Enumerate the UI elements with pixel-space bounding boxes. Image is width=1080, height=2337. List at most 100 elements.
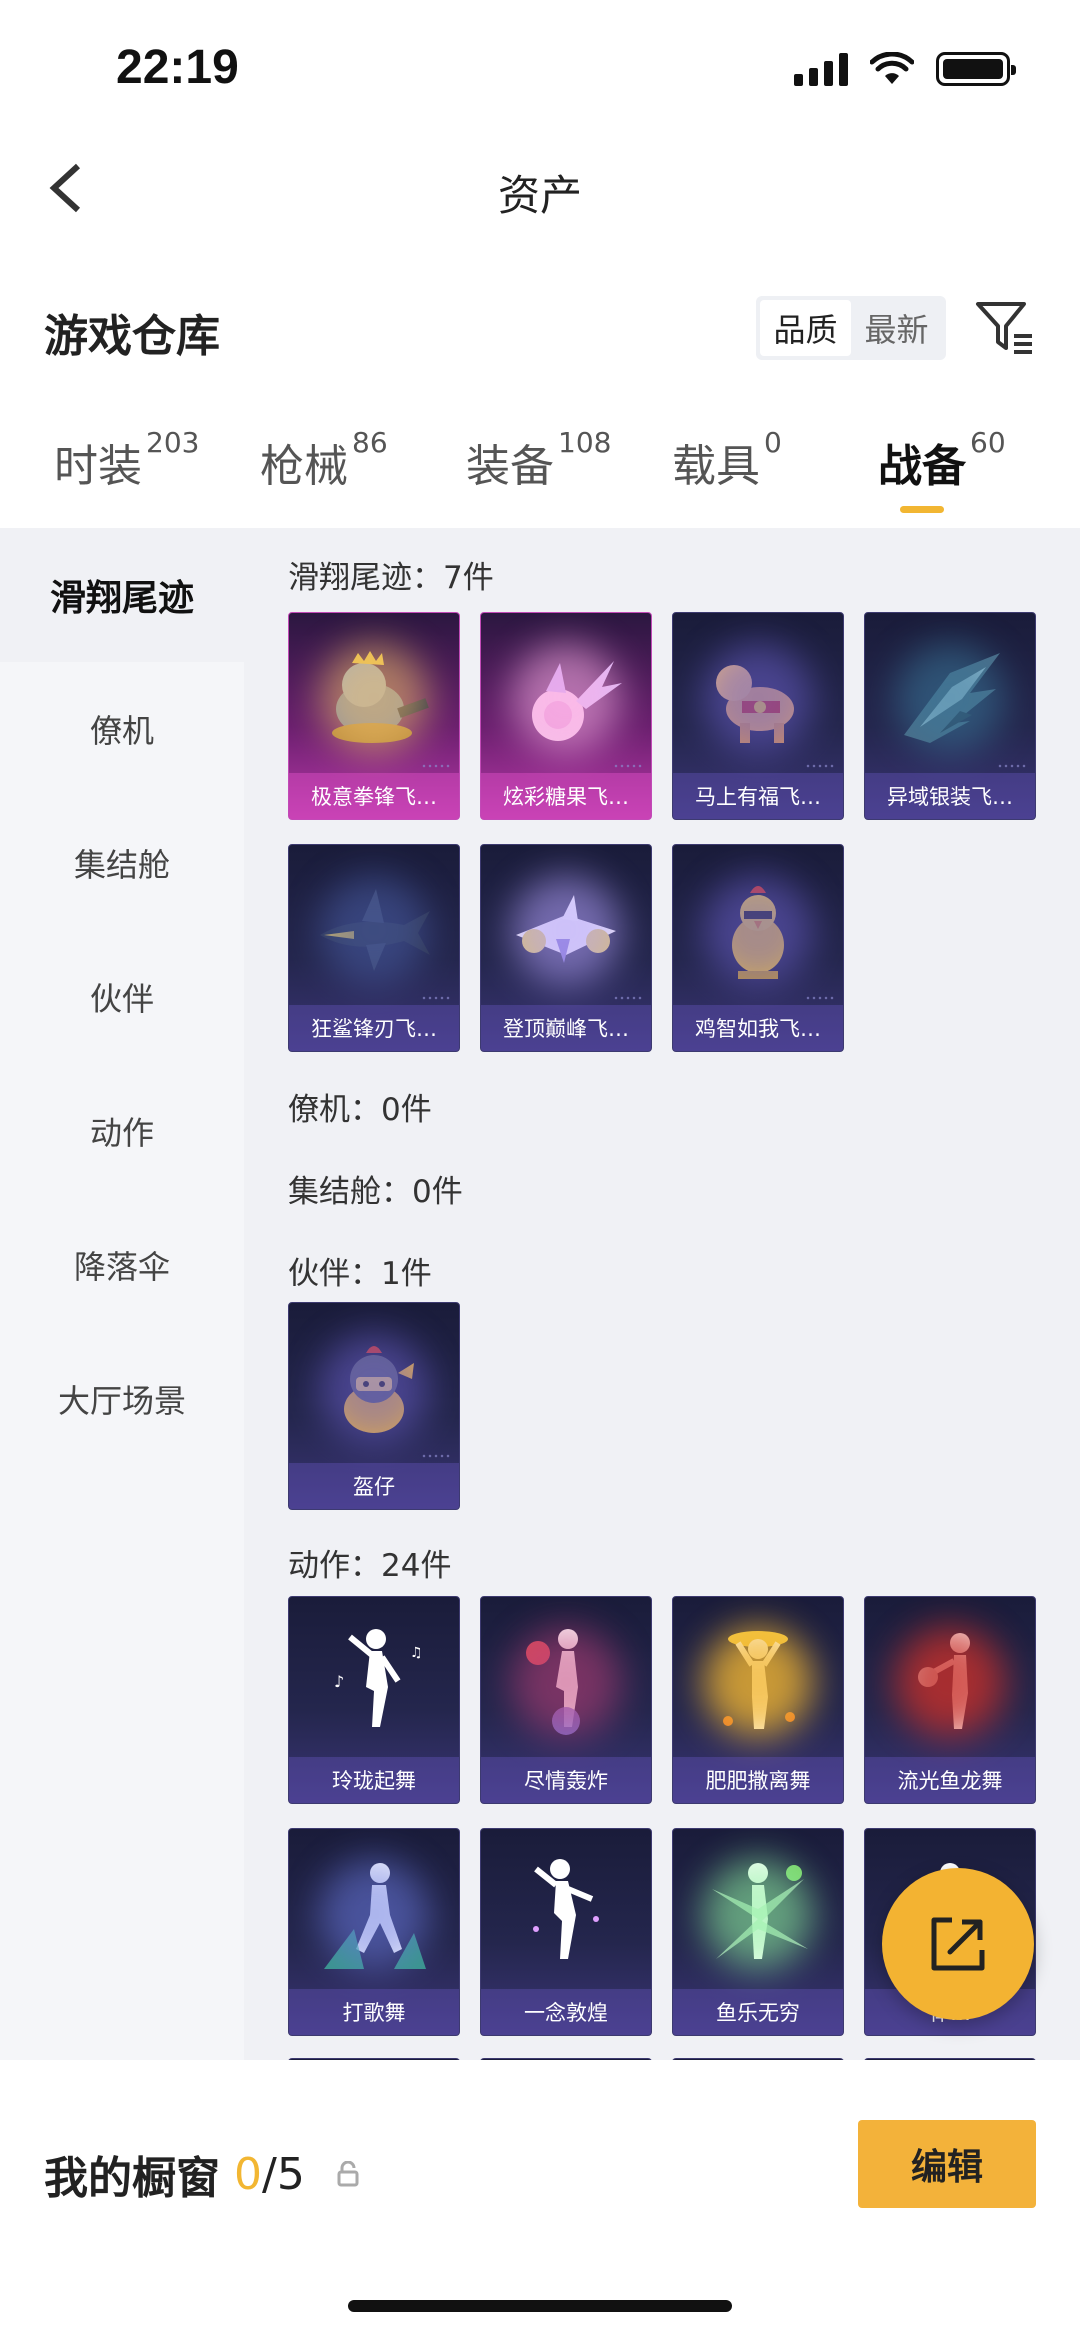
tab-count: 86 (352, 426, 388, 459)
item-card[interactable]: 鱼乐无穷 (672, 1828, 844, 2036)
warehouse-title: 游戏仓库 (44, 311, 220, 362)
item-name: 登顶巅峰飞… (481, 1005, 651, 1051)
item-artwork: ♪ ♫ (289, 1607, 459, 1757)
tab-label: 枪械 (260, 441, 348, 492)
item-card[interactable]: 尽情轰炸 (480, 1596, 652, 1804)
item-card[interactable]: 流光鱼龙舞 (864, 1596, 1036, 1804)
sort-option-latest[interactable]: 最新 (851, 300, 942, 356)
item-artwork (481, 623, 651, 773)
section-label-partner: 伙伴：1件 (288, 1256, 432, 1292)
item-name: 一念敦煌 (481, 1989, 651, 2035)
item-name: 尽情轰炸 (481, 1757, 651, 1803)
tab-label: 载具 (672, 441, 760, 492)
showcase-info: 我的橱窗 0 / 5 (44, 2142, 361, 2206)
item-name: 马上有福飞… (673, 773, 843, 819)
item-card[interactable] (480, 2058, 652, 2060)
tab-label: 战备 (878, 441, 966, 492)
sidebar-item-emote[interactable]: 动作 (0, 1064, 244, 1198)
category-tabs: 时装 203 枪械 86 装备 108 载具 0 战备 60 (0, 426, 1080, 520)
item-card[interactable] (288, 2058, 460, 2060)
lock-icon (337, 2161, 359, 2187)
item-artwork (865, 623, 1035, 773)
item-artwork (481, 1607, 651, 1757)
item-artwork (289, 855, 459, 1005)
tab-battle-gear[interactable]: 战备 60 (878, 426, 1006, 494)
item-list: 滑翔尾迹：7件 极意拳锋飞… 炫彩糖果飞… 马上有福飞… 异域银装飞… 狂鲨锋刃… (244, 528, 1080, 2060)
tab-equipment[interactable]: 装备 108 (466, 426, 611, 494)
item-artwork (673, 623, 843, 773)
sidebar-item-wingman[interactable]: 僚机 (0, 662, 244, 796)
tab-count: 203 (146, 426, 200, 459)
sort-toggle: 品质 最新 (756, 296, 946, 360)
status-bar: 22:19 (0, 0, 1080, 130)
sidebar-item-partner[interactable]: 伙伴 (0, 930, 244, 1064)
item-card[interactable]: 马上有福飞… (672, 612, 844, 820)
sidebar: 滑翔尾迹 僚机 集结舱 伙伴 动作 降落伞 大厅场景 (0, 528, 244, 2060)
sort-option-quality[interactable]: 品质 (760, 300, 851, 356)
item-card[interactable]: 炫彩糖果飞… (480, 612, 652, 820)
tab-label: 时装 (54, 441, 142, 492)
edit-button[interactable]: 编辑 (858, 2120, 1036, 2208)
content-area: 滑翔尾迹 僚机 集结舱 伙伴 动作 降落伞 大厅场景 滑翔尾迹：7件 极意拳锋飞… (0, 528, 1080, 2060)
item-card[interactable]: ♪ ♫ 玲珑起舞 (288, 1596, 460, 1804)
tab-count: 108 (558, 426, 612, 459)
showcase-max-count: 5 (276, 2148, 305, 2200)
item-name: 肥肥撒离舞 (673, 1757, 843, 1803)
item-artwork (673, 1839, 843, 1989)
section-label-capsule: 集结舱：0件 (288, 1174, 463, 1210)
sidebar-item-capsule[interactable]: 集结舱 (0, 796, 244, 930)
item-artwork (481, 1839, 651, 1989)
nav-bar: 资产 (0, 140, 1080, 240)
home-indicator (348, 2300, 732, 2312)
item-card[interactable]: 极意拳锋飞… (288, 612, 460, 820)
item-name: 流光鱼龙舞 (865, 1757, 1035, 1803)
section-label-emote: 动作：24件 (288, 1548, 452, 1584)
item-name: 异域银装飞… (865, 773, 1035, 819)
item-card[interactable]: 登顶巅峰飞… (480, 844, 652, 1052)
item-artwork (289, 1839, 459, 1989)
item-name: 鱼乐无穷 (673, 1989, 843, 2035)
item-artwork (289, 1313, 459, 1463)
battery-icon (936, 52, 1016, 86)
item-card[interactable]: 盔仔 (288, 1302, 460, 1510)
item-name: 炫彩糖果飞… (481, 773, 651, 819)
item-card[interactable]: 打歌舞 (288, 1828, 460, 2036)
item-artwork (673, 855, 843, 1005)
tab-fashion[interactable]: 时装 203 (54, 426, 199, 494)
section-label-glide-trail: 滑翔尾迹：7件 (288, 560, 494, 596)
sidebar-item-lobby-scene[interactable]: 大厅场景 (0, 1332, 244, 1466)
item-card[interactable]: 狂鲨锋刃飞… (288, 844, 460, 1052)
item-name: 狂鲨锋刃飞… (289, 1005, 459, 1051)
sidebar-item-glide-trail[interactable]: 滑翔尾迹 (0, 528, 244, 662)
item-name: 打歌舞 (289, 1989, 459, 2035)
tab-vehicles[interactable]: 载具 0 (672, 426, 782, 494)
active-tab-indicator (900, 506, 944, 513)
item-name: 玲珑起舞 (289, 1757, 459, 1803)
tab-count: 0 (764, 426, 782, 459)
page-title: 资产 (497, 171, 582, 220)
tab-count: 60 (970, 426, 1006, 459)
showcase-label: 我的橱窗 (44, 2153, 220, 2204)
item-card[interactable]: 鸡智如我飞… (672, 844, 844, 1052)
share-button[interactable] (882, 1868, 1034, 2020)
item-artwork (865, 1607, 1035, 1757)
item-name: 鸡智如我飞… (673, 1005, 843, 1051)
tab-label: 装备 (466, 441, 554, 492)
showcase-separator: / (262, 2148, 277, 2200)
item-card[interactable]: 肥肥撒离舞 (672, 1596, 844, 1804)
showcase-current-count: 0 (234, 2148, 262, 2200)
tab-weapons[interactable]: 枪械 86 (260, 426, 388, 494)
item-name: 极意拳锋飞… (289, 773, 459, 819)
wifi-icon (870, 52, 914, 84)
item-artwork (673, 1607, 843, 1757)
status-icons (794, 52, 1016, 86)
sidebar-item-parachute[interactable]: 降落伞 (0, 1198, 244, 1332)
item-card[interactable] (864, 2058, 1036, 2060)
item-artwork (289, 623, 459, 773)
section-label-wingman: 僚机：0件 (288, 1092, 432, 1128)
filter-icon[interactable] (972, 296, 1036, 360)
item-name: 盔仔 (289, 1463, 459, 1509)
item-card[interactable]: 一念敦煌 (480, 1828, 652, 2036)
item-card[interactable] (672, 2058, 844, 2060)
item-card[interactable]: 异域银装飞… (864, 612, 1036, 820)
